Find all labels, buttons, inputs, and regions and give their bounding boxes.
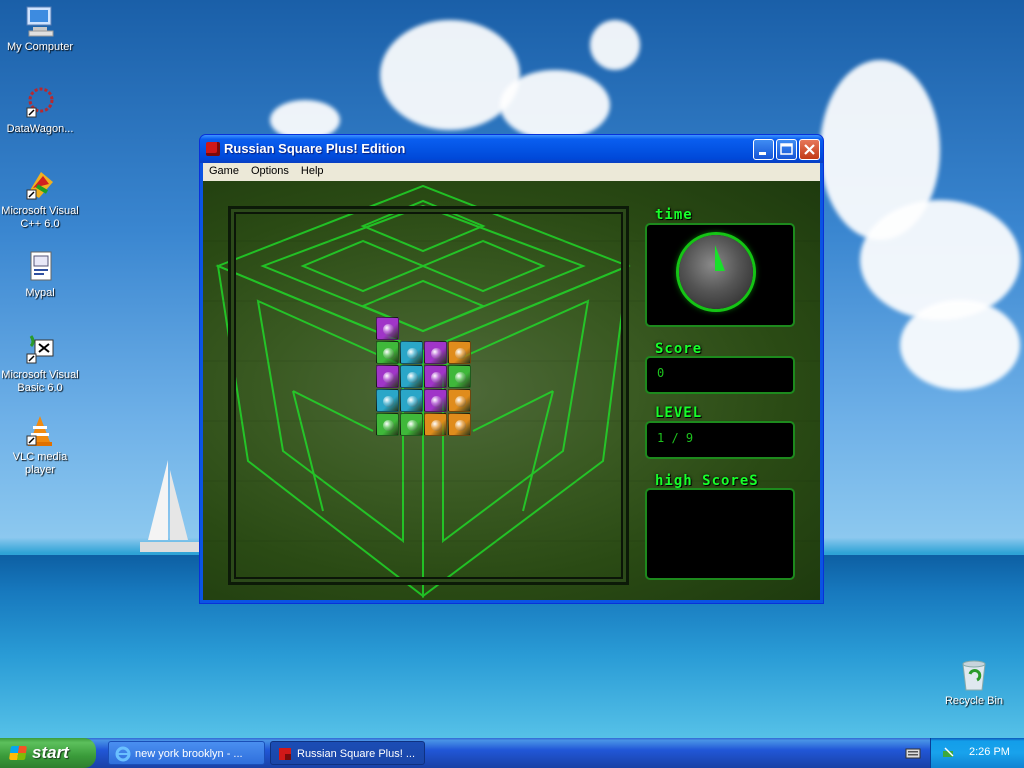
system-tray: 2:26 PM [930, 738, 1024, 768]
minimize-icon [759, 152, 766, 155]
tray-clock[interactable]: 2:26 PM [969, 746, 1010, 758]
game-block-purple [424, 389, 447, 412]
desktop-icon-label: Microsoft Visual Basic 6.0 [1, 369, 79, 394]
game-block-orange [448, 389, 471, 412]
game-block-purple [424, 341, 447, 364]
safely-remove-hardware-icon[interactable] [941, 745, 957, 761]
game-block-cyan [400, 389, 423, 412]
menu-options[interactable]: Options [245, 163, 295, 181]
game-block-purple [424, 365, 447, 388]
datawagon-icon [23, 86, 57, 120]
level-value: 1 / 9 [657, 431, 694, 445]
visual-basic-icon [23, 332, 57, 366]
taskbar: start new york brooklyn - ... Russian Sq… [0, 738, 1024, 768]
desktop-icon-recycle-bin[interactable]: Recycle Bin [934, 658, 1014, 708]
desktop-icon-label: DataWagon... [6, 123, 74, 135]
maximize-icon [780, 143, 793, 155]
internet-explorer-icon [115, 746, 131, 762]
time-label: time [655, 207, 693, 223]
game-block-cyan [400, 341, 423, 364]
recycle-bin-icon [957, 658, 991, 692]
app-cube-icon [206, 142, 220, 156]
game-block-orange [424, 413, 447, 436]
game-area: time Score 0 LEVEL 1 / 9 high ScoreS [203, 181, 820, 600]
game-block-purple [376, 317, 399, 340]
game-block-purple [376, 365, 399, 388]
window-title: Russian Square Plus! Edition [224, 141, 406, 156]
desktop-icon-datawagon[interactable]: DataWagon... [0, 86, 80, 136]
score-panel: 0 [645, 356, 795, 394]
minimize-button[interactable] [753, 139, 774, 160]
game-block-green [448, 365, 471, 388]
desktop-icon-mypal[interactable]: Mypal [0, 250, 80, 300]
game-block-green [376, 341, 399, 364]
taskbar-item-label: Russian Square Plus! ... [297, 748, 416, 760]
visual-cpp-icon [23, 168, 57, 202]
close-button[interactable] [799, 139, 820, 160]
desktop-icon-vlc[interactable]: VLC media player [0, 414, 80, 477]
maximize-button[interactable] [776, 139, 797, 160]
desktop-icon-label: VLC media player [12, 451, 68, 476]
level-label: LEVEL [655, 405, 703, 421]
start-label: start [32, 743, 69, 762]
desktop-icon-my-computer[interactable]: My Computer [0, 4, 80, 54]
game-block-orange [448, 413, 471, 436]
app-cube-icon [279, 748, 291, 760]
cloud [900, 300, 1020, 390]
game-block-cyan [400, 365, 423, 388]
cloud [500, 70, 610, 140]
game-window: Russian Square Plus! Edition Game Option… [199, 134, 824, 604]
sailboat-wallpaper [140, 460, 200, 552]
level-panel: 1 / 9 [645, 421, 795, 459]
taskbar-item-russian-square[interactable]: Russian Square Plus! ... [270, 741, 425, 765]
desktop-icon-visual-basic[interactable]: Microsoft Visual Basic 6.0 [0, 332, 80, 395]
window-titlebar[interactable]: Russian Square Plus! Edition [200, 135, 823, 163]
desktop-icon-label: Recycle Bin [944, 695, 1004, 707]
game-block-green [400, 413, 423, 436]
desktop-icon-label: Mypal [25, 287, 55, 299]
windows-flag-icon [9, 746, 27, 760]
time-panel [645, 223, 795, 327]
desktop-icon-visual-cpp[interactable]: Microsoft Visual C++ 6.0 [0, 168, 80, 231]
document-icon [23, 250, 57, 284]
vlc-cone-icon [23, 414, 57, 448]
menu-help[interactable]: Help [295, 163, 330, 181]
menu-bar: Game Options Help [203, 163, 820, 181]
game-block-cyan [376, 389, 399, 412]
score-label: Score [655, 341, 703, 357]
keyboard-icon[interactable] [905, 746, 921, 760]
score-value: 0 [657, 366, 665, 380]
cloud [590, 20, 640, 70]
game-block-orange [448, 341, 471, 364]
high-scores-label: high ScoreS [655, 473, 759, 489]
taskbar-item-browser[interactable]: new york brooklyn - ... [108, 741, 265, 765]
desktop-icon-label: My Computer [6, 41, 74, 53]
taskbar-item-label: new york brooklyn - ... [135, 748, 243, 760]
high-scores-panel [645, 488, 795, 580]
timer-clock-icon [679, 235, 753, 309]
cloud [380, 20, 520, 130]
desktop-icon-label: Microsoft Visual C++ 6.0 [1, 205, 79, 230]
menu-game[interactable]: Game [203, 163, 245, 181]
computer-icon [23, 4, 57, 38]
close-icon [804, 144, 815, 155]
start-button[interactable]: start [0, 738, 96, 768]
game-block-green [376, 413, 399, 436]
